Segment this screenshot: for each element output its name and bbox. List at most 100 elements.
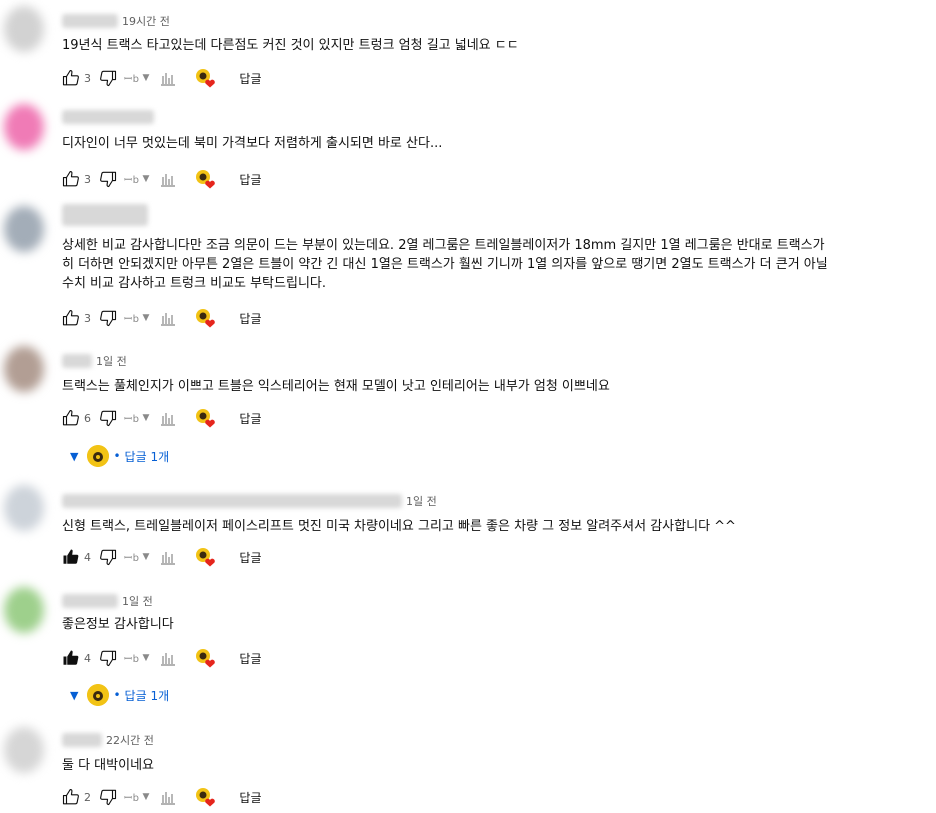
comment-text: 19년식 트랙스 타고있는데 다른점도 커진 것이 있지만 트렁크 엄청 길고 … xyxy=(62,38,519,53)
action-bar: 3 ꟷb ▼ 답글 xyxy=(62,308,262,328)
comment-text: 좋은정보 감사합니다 xyxy=(62,617,174,632)
thumb-down-outline-icon[interactable] xyxy=(99,409,117,427)
comment-time[interactable]: 22시간 전 xyxy=(106,732,154,748)
comment-time[interactable]: 1일 전 xyxy=(406,493,437,509)
author-name[interactable] xyxy=(62,494,402,508)
author-name[interactable] xyxy=(62,14,118,28)
extension-label[interactable]: ꟷb xyxy=(124,71,140,85)
extension-label[interactable]: ꟷb xyxy=(124,172,140,186)
author-name[interactable] xyxy=(62,733,102,747)
like-count: 3 xyxy=(84,311,91,325)
comment-time[interactable]: 1일 전 xyxy=(96,353,127,369)
author-name[interactable] xyxy=(62,204,148,226)
creator-heart-icon xyxy=(195,408,217,428)
comment-time[interactable]: 1일 전 xyxy=(122,593,153,609)
creator-avatar xyxy=(87,684,110,706)
avatar[interactable] xyxy=(4,6,44,52)
extension-label[interactable]: ꟷb xyxy=(124,651,140,665)
chevron-down-icon: ▼ xyxy=(70,449,79,463)
reply-button[interactable]: 답글 xyxy=(239,171,261,188)
creator-heart-icon xyxy=(195,308,217,328)
thumb-down-outline-icon[interactable] xyxy=(99,788,117,806)
extension-dropdown[interactable]: ▼ xyxy=(143,552,150,562)
creator-heart-icon xyxy=(195,547,217,567)
avatar[interactable] xyxy=(4,346,44,392)
action-bar: 4 ꟷb ▼ 답글 xyxy=(62,648,262,668)
comment-header: 1일 전 xyxy=(62,592,153,610)
extension-label[interactable]: ꟷb xyxy=(124,550,140,564)
action-bar: 4 ꟷb ▼ 답글 xyxy=(62,547,262,567)
avatar[interactable] xyxy=(4,587,44,633)
creator-avatar xyxy=(87,445,110,467)
thumb-down-outline-icon[interactable] xyxy=(99,548,117,566)
reply-button[interactable]: 답글 xyxy=(239,549,261,566)
view-replies-button[interactable]: ▼ • 답글 1개 xyxy=(70,445,169,467)
like-count: 3 xyxy=(84,71,91,85)
chevron-down-icon: ▼ xyxy=(70,688,79,702)
extension-label[interactable]: ꟷb xyxy=(124,790,140,804)
comment-text: 신형 트랙스, 트레일블레이저 페이스리프트 멋진 미국 차량이네요 그리고 빠… xyxy=(62,519,736,534)
extension-dropdown[interactable]: ▼ xyxy=(143,413,150,423)
extension-dropdown[interactable]: ▼ xyxy=(143,792,150,802)
bar-chart-icon[interactable] xyxy=(159,409,177,427)
thumb-up-outline-icon[interactable] xyxy=(62,170,80,188)
thumb-down-outline-icon[interactable] xyxy=(99,309,117,327)
thumb-up-outline-icon[interactable] xyxy=(62,788,80,806)
thumb-up-outline-icon[interactable] xyxy=(62,309,80,327)
reply-count[interactable]: 답글 1개 xyxy=(125,687,170,704)
thumb-up-outline-icon[interactable] xyxy=(62,409,80,427)
extension-dropdown[interactable]: ▼ xyxy=(143,313,150,323)
extension-label[interactable]: ꟷb xyxy=(124,311,140,325)
thumb-down-outline-icon[interactable] xyxy=(99,170,117,188)
reply-count[interactable]: 답글 1개 xyxy=(125,448,170,465)
avatar[interactable] xyxy=(4,104,44,150)
bar-chart-icon[interactable] xyxy=(159,548,177,566)
view-replies-button[interactable]: ▼ • 답글 1개 xyxy=(70,684,169,706)
comment-text: 디자인이 너무 멋있는데 북미 가격보다 저렴하게 출시되면 바로 산다... xyxy=(62,136,443,151)
like-count: 3 xyxy=(84,172,91,186)
thumb-up-outline-icon[interactable] xyxy=(62,69,80,87)
comment-header xyxy=(62,204,152,226)
creator-heart-icon xyxy=(195,68,217,88)
reply-button[interactable]: 답글 xyxy=(239,789,261,806)
thumb-down-outline-icon[interactable] xyxy=(99,649,117,667)
comment-header: 1일 전 xyxy=(62,352,127,370)
comment-header: 1일 전 xyxy=(62,492,437,510)
action-bar: 3 ꟷb ▼ 답글 xyxy=(62,169,262,189)
avatar[interactable] xyxy=(4,485,44,531)
comment-text: 트랙스는 풀체인지가 이쁘고 트블은 익스테리어는 현재 모델이 낫고 인테리어… xyxy=(62,379,610,394)
avatar[interactable] xyxy=(4,206,44,252)
creator-heart-icon xyxy=(195,787,217,807)
reply-button[interactable]: 답글 xyxy=(239,410,261,427)
reply-button[interactable]: 답글 xyxy=(239,310,261,327)
thumb-up-filled-icon[interactable] xyxy=(62,649,80,667)
extension-dropdown[interactable]: ▼ xyxy=(143,653,150,663)
extension-dropdown[interactable]: ▼ xyxy=(143,174,150,184)
separator-dot: • xyxy=(113,688,121,702)
avatar[interactable] xyxy=(4,727,44,773)
author-name[interactable] xyxy=(62,594,118,608)
like-count: 6 xyxy=(84,411,91,425)
extension-label[interactable]: ꟷb xyxy=(124,411,140,425)
separator-dot: • xyxy=(113,449,121,463)
bar-chart-icon[interactable] xyxy=(159,309,177,327)
bar-chart-icon[interactable] xyxy=(159,170,177,188)
thumb-up-filled-icon[interactable] xyxy=(62,548,80,566)
comment-header xyxy=(62,108,158,126)
bar-chart-icon[interactable] xyxy=(159,69,177,87)
reply-button[interactable]: 답글 xyxy=(239,70,261,87)
comment-header: 19시간 전 xyxy=(62,12,170,30)
bar-chart-icon[interactable] xyxy=(159,649,177,667)
thumb-down-outline-icon[interactable] xyxy=(99,69,117,87)
extension-dropdown[interactable]: ▼ xyxy=(143,73,150,83)
comment-time[interactable]: 19시간 전 xyxy=(122,13,170,29)
bar-chart-icon[interactable] xyxy=(159,788,177,806)
creator-heart-icon xyxy=(195,169,217,189)
author-name[interactable] xyxy=(62,110,154,124)
like-count: 4 xyxy=(84,651,91,665)
comment-text: 상세한 비교 감사합니다만 조금 의문이 드는 부분이 있는데요. 2열 레그룸… xyxy=(62,238,828,291)
creator-heart-icon xyxy=(195,648,217,668)
reply-button[interactable]: 답글 xyxy=(239,650,261,667)
author-name[interactable] xyxy=(62,354,92,368)
like-count: 4 xyxy=(84,550,91,564)
